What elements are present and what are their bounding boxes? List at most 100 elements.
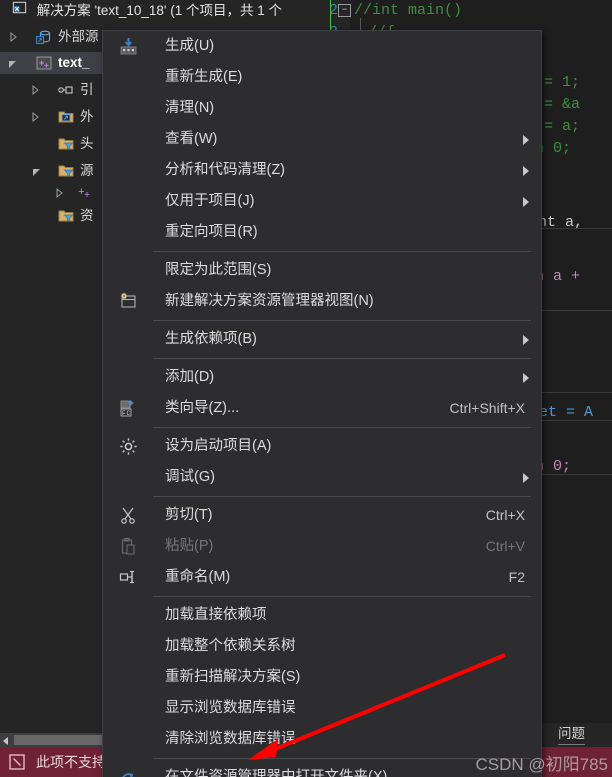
menu-separator xyxy=(153,427,531,428)
menu-item-set-as-startup-project[interactable]: 设为启动项目(A) xyxy=(103,431,541,462)
menu-item-rebuild[interactable]: 重新生成(E) xyxy=(103,62,541,93)
tree-node-label: text_ xyxy=(58,55,90,70)
menu-item-label: 重命名(M) xyxy=(165,569,231,585)
menu-item-scope-to-this[interactable]: 限定为此范围(S) xyxy=(103,255,541,286)
chevron-right-icon[interactable] xyxy=(54,188,64,198)
cpp-project-icon: + + xyxy=(36,55,52,78)
external-sources-icon xyxy=(35,29,52,52)
references-icon xyxy=(58,82,74,105)
error-message: 此项不支持 xyxy=(36,754,106,770)
menu-item-label: 分析和代码清理(Z) xyxy=(165,162,286,178)
menu-item-retarget[interactable]: 重定向项目(R) xyxy=(103,217,541,248)
new-explorer-view-icon xyxy=(119,292,138,311)
menu-item-accel: Ctrl+Shift+X xyxy=(449,400,525,416)
chevron-down-icon[interactable] xyxy=(32,167,42,177)
svg-text:+: + xyxy=(84,191,90,201)
menu-item-accel: Ctrl+X xyxy=(485,507,525,523)
menu-separator xyxy=(153,251,531,252)
menu-item-label: 添加(D) xyxy=(165,369,215,385)
menu-item-view[interactable]: 查看(W) xyxy=(103,124,541,155)
chevron-right-icon[interactable] xyxy=(8,32,18,42)
tree-node-label: 外部源 xyxy=(58,29,99,44)
code-text: //int main() xyxy=(354,2,463,19)
tree-node-label: 外 xyxy=(80,109,94,124)
build-icon xyxy=(119,37,138,56)
menu-item-label: 生成(U) xyxy=(165,38,215,54)
submenu-arrow-icon xyxy=(523,166,529,176)
filter-folder-icon xyxy=(58,208,74,231)
submenu-arrow-icon xyxy=(523,335,529,345)
menu-item-project-only[interactable]: 仅用于项目(J) xyxy=(103,186,541,217)
menu-item-label: 加载整个依赖关系树 xyxy=(165,638,296,654)
tree-node-label: 源 xyxy=(80,163,94,178)
line-number: 82 xyxy=(330,2,338,19)
menu-item-class-wizard[interactable]: F C 类向导(Z)... Ctrl+Shift+X xyxy=(103,393,541,424)
context-menu: 生成(U) 重新生成(E) 清理(N) 查看(W) 分析和代码清理(Z) 仅用于… xyxy=(102,30,542,777)
menu-item-clean[interactable]: 清理(N) xyxy=(103,93,541,124)
menu-item-label: 生成依赖项(B) xyxy=(165,331,257,347)
tab-problems[interactable]: 问题 xyxy=(558,724,585,745)
menu-item-load-direct-dependencies[interactable]: 加载直接依赖项 xyxy=(103,600,541,631)
open-folder-icon xyxy=(119,768,138,777)
menu-item-analyze-cleanup[interactable]: 分析和代码清理(Z) xyxy=(103,155,541,186)
gear-icon xyxy=(119,437,138,456)
rename-icon xyxy=(119,568,138,587)
svg-text:+: + xyxy=(44,62,49,71)
tree-node-label: 头 xyxy=(80,136,94,151)
menu-item-label: 调试(G) xyxy=(165,469,215,485)
chevron-down-icon[interactable] xyxy=(8,59,18,69)
menu-item-accel: F2 xyxy=(508,569,525,585)
menu-item-build-dependencies[interactable]: 生成依赖项(B) xyxy=(103,324,541,355)
menu-item-label: 重定向项目(R) xyxy=(165,224,258,240)
svg-text:C: C xyxy=(127,410,131,417)
menu-item-label: 加载直接依赖项 xyxy=(165,607,267,623)
submenu-arrow-icon xyxy=(523,135,529,145)
menu-item-label: 限定为此范围(S) xyxy=(165,262,272,278)
tree-node-label: 引 xyxy=(80,82,94,97)
menu-item-new-solution-explorer-view[interactable]: 新建解决方案资源管理器视图(N) xyxy=(103,286,541,317)
solution-title-row[interactable]: 解决方案 'text_10_18' (1 个项目，共 1 个 xyxy=(0,0,330,22)
submenu-arrow-icon xyxy=(523,197,529,207)
filter-folder-icon xyxy=(58,136,74,159)
chevron-right-icon[interactable] xyxy=(30,85,40,95)
menu-item-label: 清理(N) xyxy=(165,100,215,116)
menu-item-label: 设为启动项目(A) xyxy=(165,438,272,454)
menu-separator xyxy=(153,320,531,321)
menu-item-paste[interactable]: 粘贴(P) Ctrl+V xyxy=(103,531,541,562)
menu-item-add[interactable]: 添加(D) xyxy=(103,362,541,393)
menu-item-label: 剪切(T) xyxy=(165,507,213,523)
external-deps-folder-icon xyxy=(58,109,74,132)
menu-item-label: 新建解决方案资源管理器视图(N) xyxy=(165,293,374,309)
error-icon xyxy=(8,753,26,771)
menu-item-cut[interactable]: 剪切(T) Ctrl+X xyxy=(103,500,541,531)
fold-toggle-icon[interactable]: − xyxy=(338,4,351,17)
svg-text:F: F xyxy=(122,410,126,417)
class-wizard-icon: F C xyxy=(119,399,138,418)
menu-item-label: 重新生成(E) xyxy=(165,69,243,85)
menu-item-show-browse-database-errors[interactable]: 显示浏览数据库错误 xyxy=(103,693,541,724)
tree-node-label: 资 xyxy=(80,208,94,223)
vs-window: 82 83 − //int main() //{ a = 1; b = &a c… xyxy=(0,0,612,777)
clipboard-icon xyxy=(119,537,138,556)
menu-separator xyxy=(153,496,531,497)
scroll-left-arrow-icon[interactable] xyxy=(3,737,8,745)
menu-item-label: 清除浏览数据库错误 xyxy=(165,731,296,747)
menu-item-debug[interactable]: 调试(G) xyxy=(103,462,541,493)
menu-item-label: 重新扫描解决方案(S) xyxy=(165,669,301,685)
menu-item-load-entire-dependency-tree[interactable]: 加载整个依赖关系树 xyxy=(103,631,541,662)
menu-item-label: 在文件资源管理器中打开文件夹(X) xyxy=(165,769,388,777)
menu-separator xyxy=(153,758,531,759)
menu-item-accel: Ctrl+V xyxy=(485,538,525,554)
menu-item-label: 类向导(Z)... xyxy=(165,400,240,416)
menu-separator xyxy=(153,596,531,597)
scissors-icon xyxy=(119,506,138,525)
menu-item-rescan-solution[interactable]: 重新扫描解决方案(S) xyxy=(103,662,541,693)
watermark: CSDN @初阳785 xyxy=(475,755,608,774)
menu-separator xyxy=(153,358,531,359)
submenu-arrow-icon xyxy=(523,473,529,483)
menu-item-label: 仅用于项目(J) xyxy=(165,193,255,209)
menu-item-rename[interactable]: 重命名(M) F2 xyxy=(103,562,541,593)
chevron-right-icon[interactable] xyxy=(30,112,40,122)
menu-item-label: 粘贴(P) xyxy=(165,538,214,554)
menu-item-build[interactable]: 生成(U) xyxy=(103,31,541,62)
